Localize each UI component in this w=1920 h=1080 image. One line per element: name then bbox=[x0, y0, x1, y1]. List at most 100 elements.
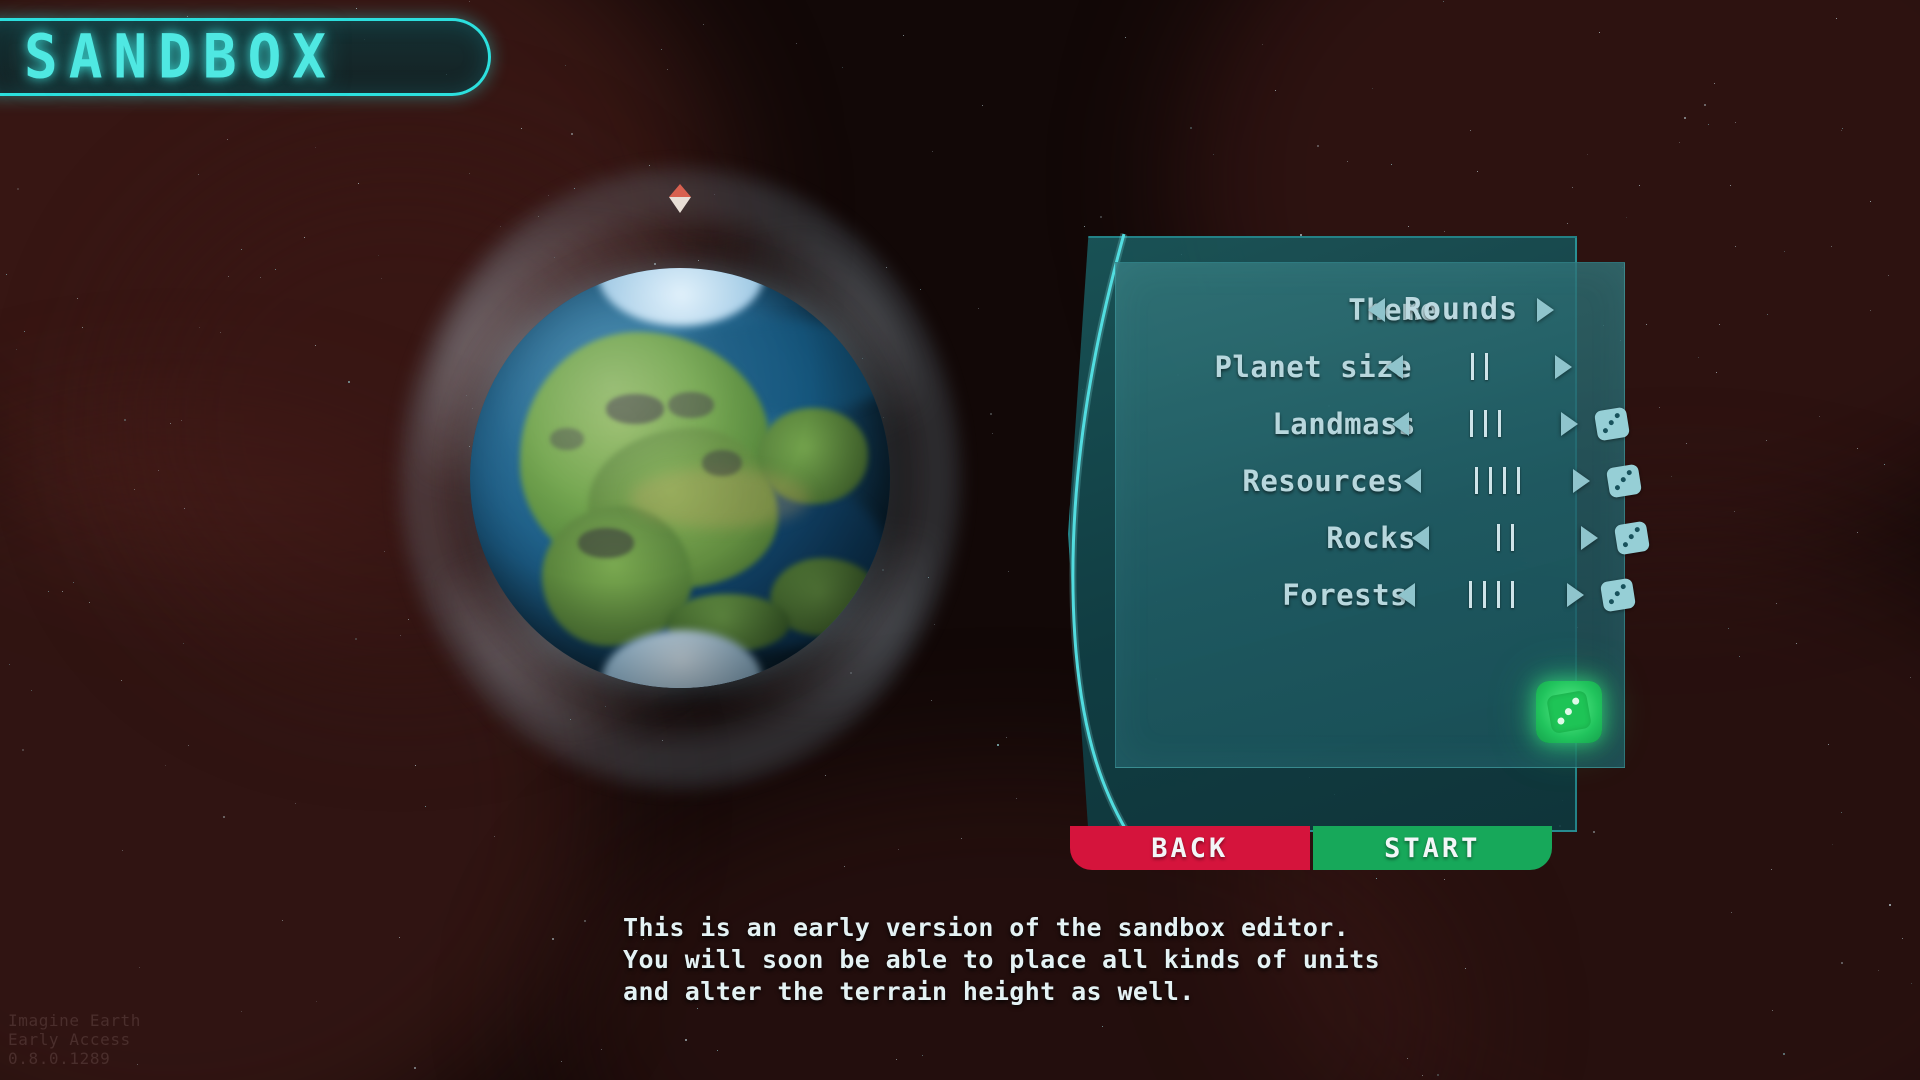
chevron-left-icon[interactable] bbox=[1392, 411, 1409, 436]
star bbox=[1782, 1053, 1785, 1056]
star bbox=[1571, 187, 1573, 189]
star bbox=[1832, 843, 1834, 845]
build-number: 0.8.0.1289 bbox=[8, 1049, 111, 1068]
star bbox=[1841, 128, 1843, 130]
star bbox=[122, 849, 124, 851]
star bbox=[1877, 970, 1879, 972]
star bbox=[1708, 123, 1710, 125]
star bbox=[158, 469, 160, 471]
star bbox=[199, 326, 201, 328]
star bbox=[398, 936, 400, 938]
star bbox=[304, 236, 306, 238]
star bbox=[897, 848, 899, 850]
chevron-right-icon[interactable] bbox=[1573, 468, 1590, 493]
setting-label: Resources bbox=[1242, 463, 1404, 498]
star bbox=[1704, 104, 1707, 107]
setting-control bbox=[1398, 577, 1637, 612]
star bbox=[77, 298, 79, 300]
star bbox=[1870, 309, 1872, 311]
star bbox=[181, 419, 183, 421]
chevron-right-icon[interactable] bbox=[1581, 525, 1598, 550]
planet-preview[interactable] bbox=[360, 144, 1000, 812]
chevron-right-icon[interactable] bbox=[1555, 354, 1572, 379]
star bbox=[197, 173, 199, 175]
star bbox=[896, 1058, 897, 1060]
chevron-left-icon[interactable] bbox=[1404, 468, 1421, 493]
star bbox=[551, 938, 554, 941]
randomize-resources-button[interactable] bbox=[1605, 463, 1643, 498]
chevron-left-icon[interactable] bbox=[1412, 525, 1429, 550]
star bbox=[1008, 571, 1010, 573]
star bbox=[703, 23, 705, 25]
chevron-left-icon[interactable] bbox=[1398, 582, 1415, 607]
star bbox=[1346, 161, 1348, 163]
star bbox=[1827, 744, 1829, 746]
randomize-forests-button[interactable] bbox=[1599, 577, 1637, 612]
star bbox=[1856, 448, 1858, 450]
star bbox=[413, 1067, 416, 1070]
star bbox=[717, 1049, 719, 1051]
chevron-right-icon[interactable] bbox=[1561, 411, 1578, 436]
level-tick bbox=[1496, 524, 1500, 551]
level-tick bbox=[1502, 467, 1506, 494]
star bbox=[120, 679, 122, 681]
star bbox=[1765, 440, 1767, 442]
star bbox=[8, 664, 10, 666]
star bbox=[1869, 201, 1871, 203]
chevron-left-icon[interactable] bbox=[1386, 354, 1403, 379]
start-button[interactable]: START bbox=[1312, 826, 1552, 870]
star bbox=[17, 188, 20, 191]
star bbox=[1436, 1074, 1439, 1077]
star bbox=[1835, 17, 1837, 19]
star bbox=[561, 1061, 563, 1063]
caption-line-1: This is an early version of the sandbox … bbox=[623, 913, 1350, 942]
star bbox=[1587, 153, 1589, 155]
star bbox=[1443, 0, 1445, 2]
setting-label: Planet size bbox=[1214, 349, 1412, 384]
star bbox=[1101, 1026, 1103, 1028]
star bbox=[1261, 44, 1263, 46]
level-tick bbox=[1488, 467, 1492, 494]
dice-icon bbox=[1546, 689, 1592, 735]
star bbox=[274, 268, 276, 270]
version-info: Imagine Earth Early Access 0.8.0.1289 bbox=[8, 1011, 141, 1068]
game-name: Imagine Earth bbox=[8, 1011, 142, 1030]
star bbox=[138, 967, 140, 969]
star bbox=[600, 1048, 602, 1050]
star bbox=[1390, 164, 1392, 166]
star bbox=[1731, 912, 1732, 914]
action-buttons: BACK START bbox=[1070, 826, 1552, 870]
star bbox=[188, 744, 190, 746]
star bbox=[1733, 510, 1735, 512]
star bbox=[796, 42, 798, 44]
settings-panel: Theme Rounds Planet size Landmass Resources R… bbox=[1115, 262, 1651, 768]
star bbox=[521, 127, 523, 129]
chevron-left-icon[interactable] bbox=[1368, 297, 1385, 322]
setting-value bbox=[1433, 467, 1561, 494]
page-title-bar: SANDBOX bbox=[0, 18, 491, 96]
star bbox=[1738, 655, 1740, 657]
star bbox=[583, 919, 586, 922]
star bbox=[1421, 1074, 1423, 1076]
star bbox=[1375, 877, 1377, 879]
star bbox=[241, 248, 243, 250]
randomize-rocks-button[interactable] bbox=[1613, 520, 1651, 555]
chevron-right-icon[interactable] bbox=[1567, 582, 1584, 607]
randomize-all-button[interactable] bbox=[1536, 681, 1602, 743]
level-tick bbox=[1516, 467, 1520, 494]
star bbox=[241, 1010, 243, 1012]
randomize-landmass-button[interactable] bbox=[1593, 406, 1631, 441]
level-tick bbox=[1469, 410, 1473, 437]
level-tick bbox=[1474, 467, 1478, 494]
level-tick bbox=[1484, 353, 1488, 380]
star bbox=[903, 34, 905, 36]
star bbox=[1840, 811, 1842, 813]
star bbox=[82, 326, 84, 328]
level-tick bbox=[1510, 581, 1514, 608]
chevron-right-icon[interactable] bbox=[1537, 297, 1554, 322]
back-button[interactable]: BACK bbox=[1070, 826, 1310, 870]
star bbox=[15, 348, 17, 350]
level-tick bbox=[1483, 410, 1487, 437]
setting-value bbox=[1415, 353, 1543, 380]
star bbox=[1625, 216, 1627, 218]
